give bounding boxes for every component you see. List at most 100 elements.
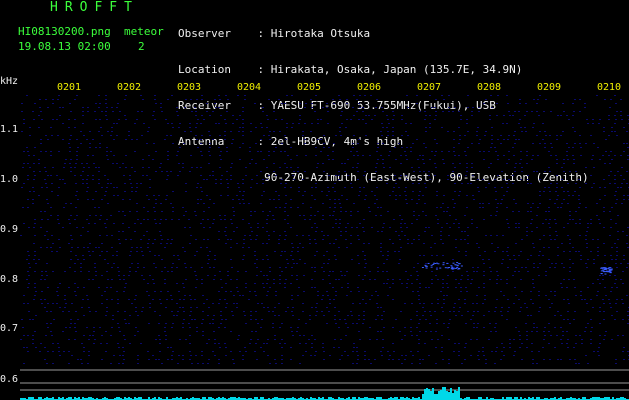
noise-speck: [290, 327, 292, 328]
noise-speck: [464, 135, 466, 136]
noise-speck: [161, 111, 163, 112]
noise-speck: [46, 263, 48, 264]
noise-speck: [332, 187, 334, 188]
noise-speck: [448, 363, 450, 364]
noise-speck: [545, 211, 547, 212]
noise-speck: [245, 287, 247, 288]
noise-speck: [483, 287, 485, 288]
noise-speck: [424, 231, 426, 232]
noise-speck: [572, 103, 574, 104]
noise-speck: [250, 239, 252, 240]
noise-speck: [242, 123, 244, 124]
noise-speck: [299, 363, 301, 364]
noise-speck: [374, 195, 376, 196]
noise-speck: [329, 207, 331, 208]
noise-speck: [369, 211, 371, 212]
noise-speck: [489, 119, 491, 120]
noise-speck: [478, 191, 480, 192]
noise-speck: [101, 275, 103, 276]
noise-speck: [407, 239, 409, 240]
noise-speck: [281, 359, 283, 360]
noise-speck: [392, 243, 394, 244]
noise-speck: [491, 139, 493, 140]
noise-speck: [34, 287, 36, 288]
noise-speck: [218, 303, 220, 304]
noise-speck: [596, 215, 598, 216]
noise-speck: [158, 323, 160, 324]
y-tick-label: 0.9: [0, 224, 19, 235]
noise-speck: [267, 307, 269, 308]
noise-speck: [146, 143, 148, 144]
noise-speck: [412, 191, 414, 192]
noise-speck: [41, 187, 43, 188]
noise-speck: [590, 175, 592, 176]
noise-speck: [86, 191, 88, 192]
noise-speck: [503, 155, 505, 156]
noise-speck: [137, 267, 139, 268]
noise-speck: [267, 215, 269, 216]
noise-speck: [502, 235, 504, 236]
noise-speck: [44, 347, 46, 348]
noise-speck: [111, 107, 113, 108]
noise-speck: [488, 183, 490, 184]
noise-speck: [269, 363, 271, 364]
noise-speck: [190, 267, 192, 268]
noise-speck: [386, 115, 388, 116]
noise-speck: [129, 267, 131, 268]
noise-speck: [38, 195, 40, 196]
noise-speck: [101, 187, 103, 188]
noise-speck: [347, 159, 349, 160]
noise-speck: [29, 135, 31, 136]
noise-speck: [69, 151, 71, 152]
noise-speck: [106, 147, 108, 148]
noise-speck: [274, 307, 276, 308]
noise-speck: [590, 219, 592, 220]
noise-speck: [200, 247, 202, 248]
noise-speck: [279, 131, 281, 132]
noise-speck: [195, 239, 197, 240]
noise-speck: [623, 179, 625, 180]
noise-speck: [376, 99, 378, 100]
signal-strength-bar: [432, 388, 434, 400]
noise-speck: [392, 191, 394, 192]
noise-speck: [257, 151, 259, 152]
noise-speck: [507, 311, 509, 312]
noise-speck: [167, 151, 169, 152]
noise-speck: [160, 107, 162, 108]
noise-speck: [88, 271, 90, 272]
noise-speck: [172, 127, 174, 128]
noise-speck: [166, 179, 168, 180]
noise-speck: [172, 351, 174, 352]
noise-speck: [214, 259, 216, 260]
noise-speck: [533, 287, 535, 288]
noise-speck: [213, 331, 215, 332]
noise-speck: [189, 127, 191, 128]
noise-speck: [75, 207, 77, 208]
noise-speck: [310, 131, 312, 132]
noise-speck: [404, 303, 406, 304]
noise-speck: [281, 355, 283, 356]
noise-speck: [140, 239, 142, 240]
noise-speck: [344, 275, 346, 276]
noise-speck: [195, 135, 197, 136]
noise-speck: [278, 315, 280, 316]
noise-speck: [557, 359, 559, 360]
noise-speck: [304, 107, 306, 108]
noise-speck: [58, 223, 60, 224]
noise-speck: [424, 311, 426, 312]
noise-speck: [304, 191, 306, 192]
y-tick-label: 0.7: [0, 323, 19, 334]
noise-speck: [467, 243, 469, 244]
noise-speck: [190, 311, 192, 312]
noise-speck: [496, 211, 498, 212]
noise-speck: [269, 267, 271, 268]
noise-speck: [76, 95, 78, 96]
noise-speck: [459, 163, 461, 164]
noise-speck: [413, 267, 415, 268]
noise-speck: [406, 179, 408, 180]
noise-speck: [334, 339, 336, 340]
noise-speck: [406, 147, 408, 148]
noise-speck: [209, 251, 211, 252]
noise-speck: [34, 235, 36, 236]
noise-speck: [27, 251, 29, 252]
